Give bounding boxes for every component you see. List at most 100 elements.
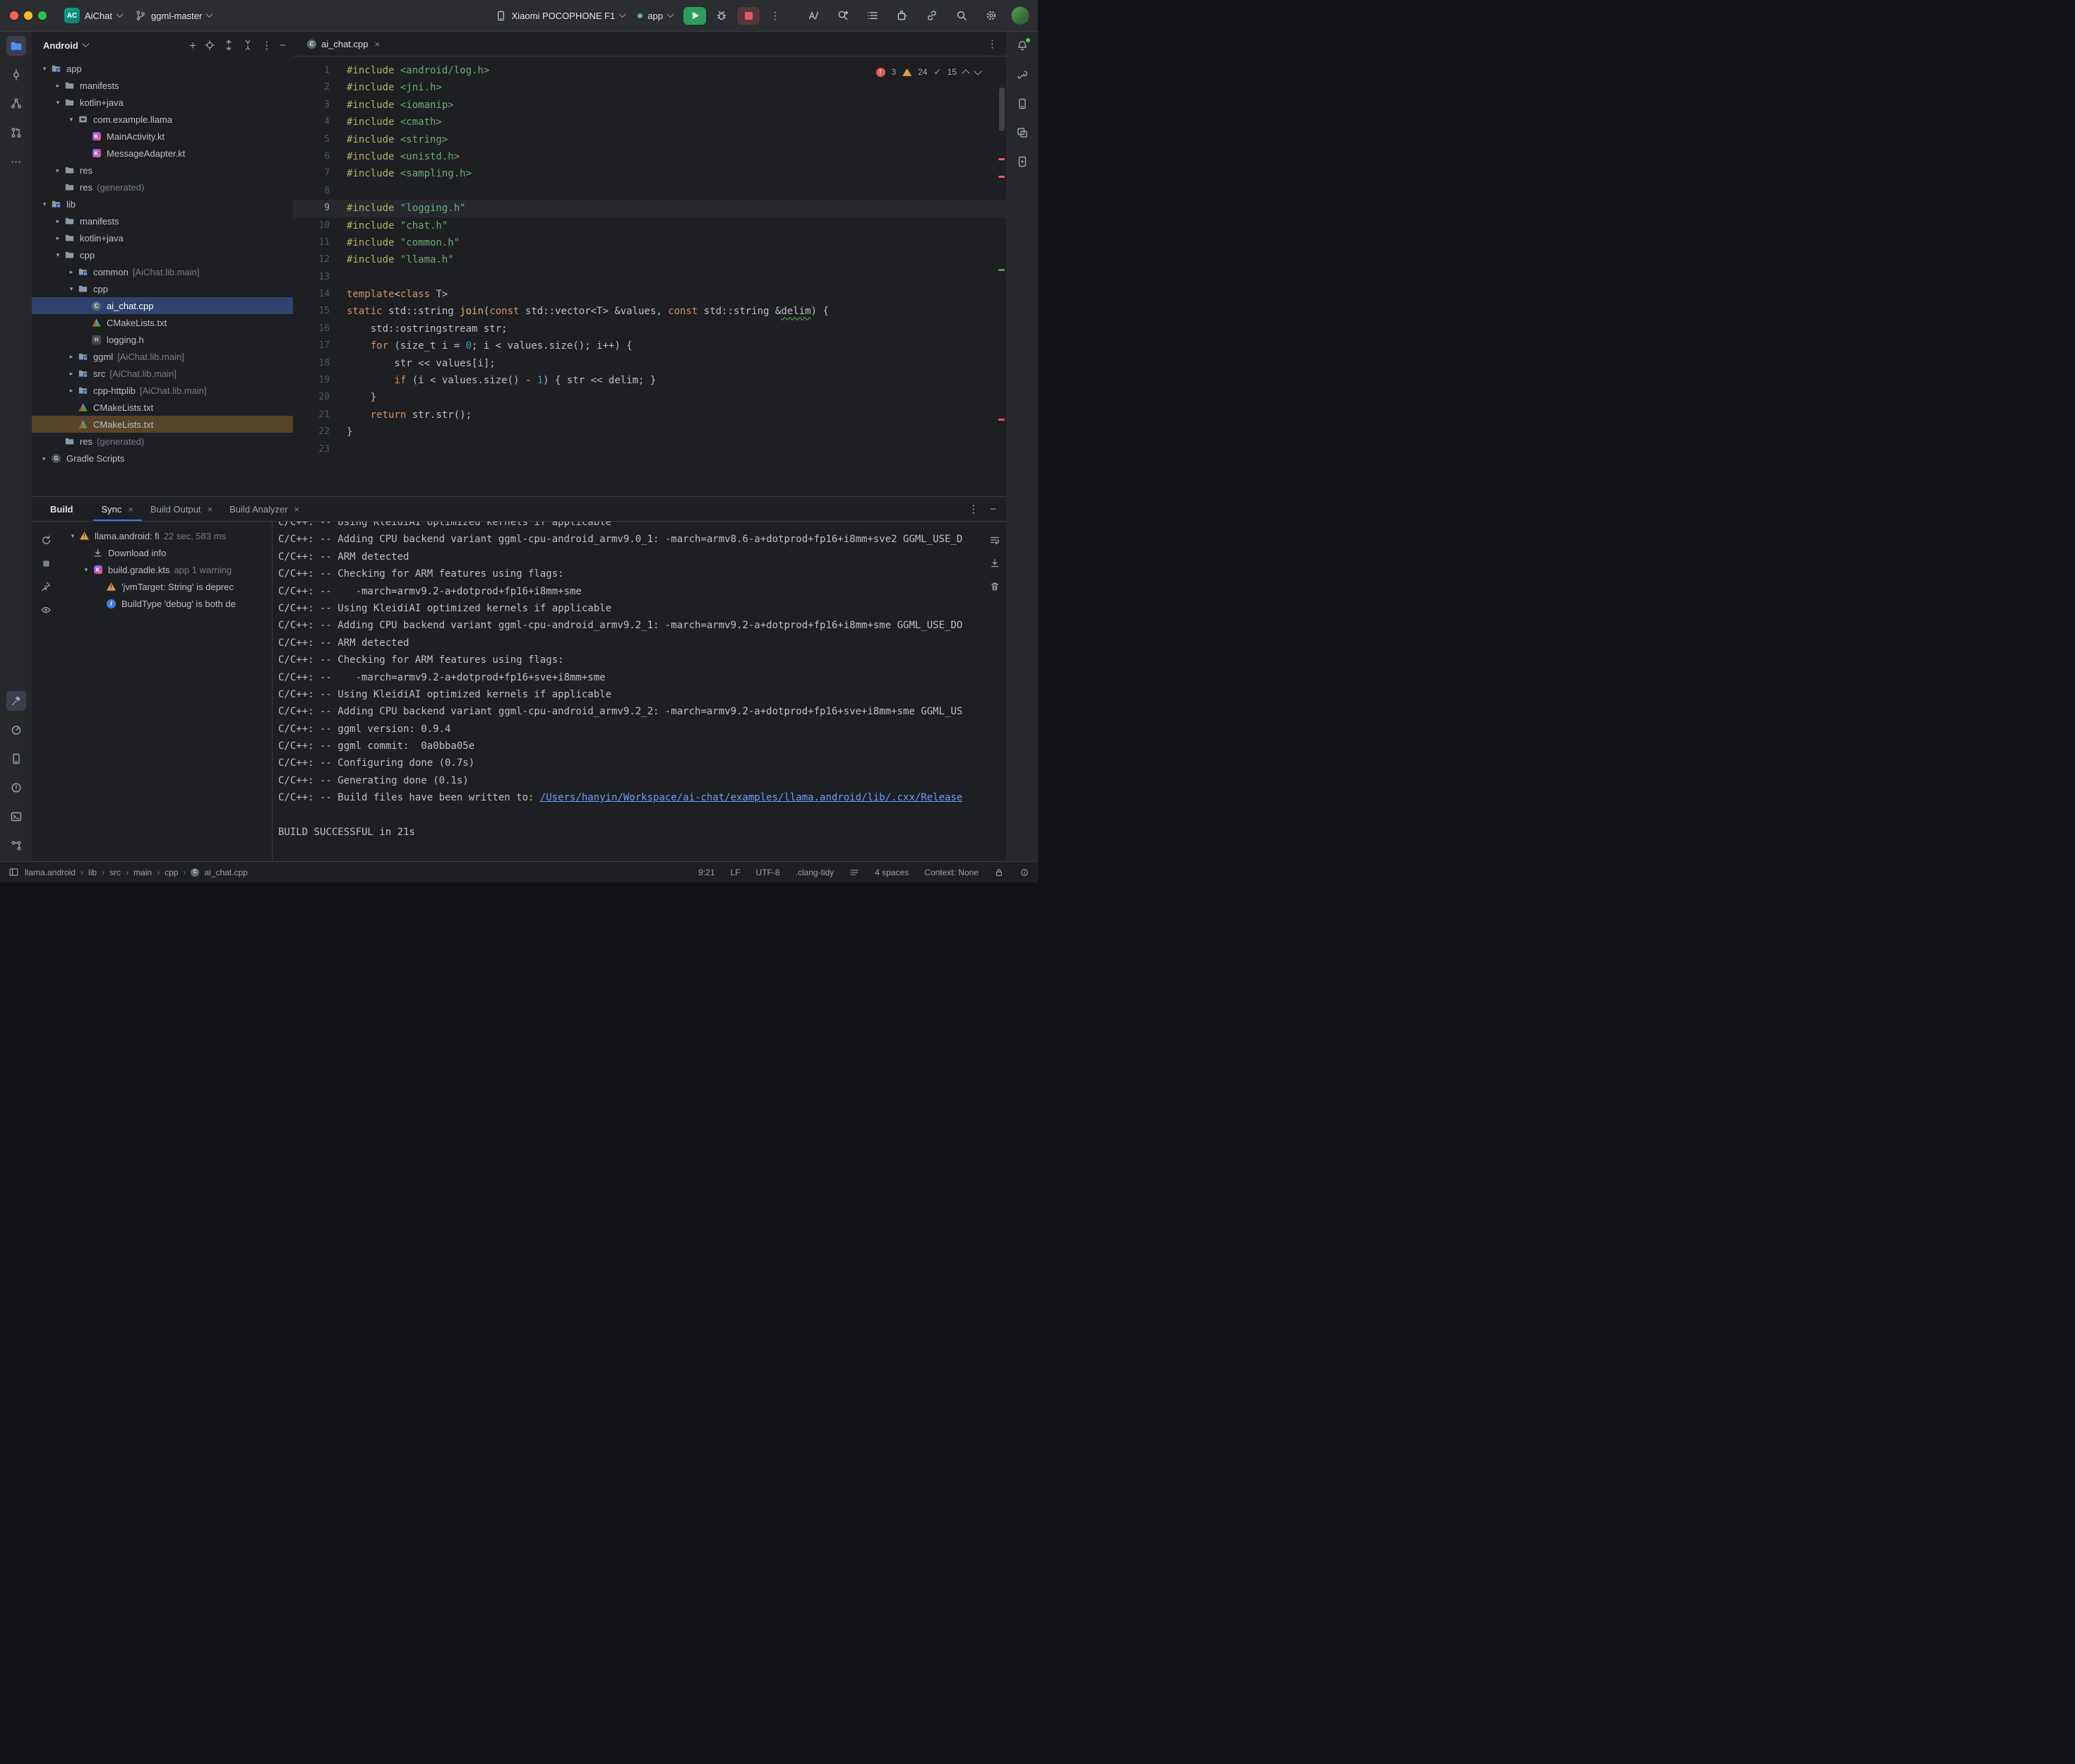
chevron-right-icon[interactable]: ▸	[52, 167, 64, 174]
run-button[interactable]	[683, 7, 706, 25]
context-widget[interactable]: Context: None	[924, 868, 979, 877]
scroll-to-end-button[interactable]	[986, 555, 1003, 572]
project-tree-item-kotlin-java[interactable]: ▸kotlin+java	[32, 229, 293, 246]
code-line-12[interactable]: 12#include "llama.h"	[293, 251, 1006, 268]
project-tree-item-manifests[interactable]: ▸manifests	[32, 77, 293, 94]
search-everywhere-button[interactable]	[952, 7, 971, 25]
sync-refresh-button[interactable]	[37, 532, 54, 548]
project-tree-item-app[interactable]: ▾app	[32, 60, 293, 77]
chevron-down-icon[interactable]: ▾	[67, 532, 78, 540]
project-tree-item-lib[interactable]: ▾lib	[32, 196, 293, 212]
breadcrumb-lib[interactable]: lib	[88, 868, 97, 877]
extensions-button[interactable]	[892, 7, 912, 25]
share-link-button[interactable]	[922, 7, 942, 25]
layout-inspector-button[interactable]	[1012, 123, 1032, 143]
chevron-down-icon[interactable]: ▾	[52, 251, 64, 259]
code-line-3[interactable]: 3#include <iomanip>	[293, 97, 1006, 114]
project-tree-item-res[interactable]: res(generated)	[32, 433, 293, 450]
collapse-all-button[interactable]	[242, 40, 253, 51]
chevron-right-icon[interactable]: ▸	[52, 234, 64, 242]
code-line-19[interactable]: 19 if (i < values.size() - 1) { str << d…	[293, 372, 1006, 389]
notifications-button[interactable]	[1012, 36, 1032, 56]
minimize-build-panel-button[interactable]: −	[990, 504, 996, 515]
tab-options-button[interactable]: ⋮	[987, 37, 998, 50]
project-tree-item-ai-chat-cpp[interactable]: Cai_chat.cpp	[32, 297, 293, 314]
project-tree-item-cpp[interactable]: ▾cpp	[32, 280, 293, 297]
project-tree-item-src[interactable]: ▸src[AiChat.lib.main]	[32, 365, 293, 382]
build-tab-build-analyzer[interactable]: Build Analyzer×	[221, 498, 308, 521]
project-tree-item-cpp[interactable]: ▾cpp	[32, 246, 293, 263]
code-line-9[interactable]: 9#include "logging.h"	[293, 200, 1006, 217]
build-tab-sync[interactable]: Sync×	[93, 498, 143, 521]
panel-options-button[interactable]: ⋮	[261, 40, 272, 51]
project-tree-item-cmakelists-txt[interactable]: CMakeLists.txt	[32, 399, 293, 416]
letter-case-tool-button[interactable]	[803, 7, 823, 25]
breadcrumb-src[interactable]: src	[109, 868, 121, 877]
code-line-11[interactable]: 11#include "common.h"	[293, 234, 1006, 251]
pull-requests-tool-window-button[interactable]	[6, 123, 26, 143]
build-tab-build-output[interactable]: Build Output×	[142, 498, 221, 521]
breadcrumb-ai-chat-cpp[interactable]: ai_chat.cpp	[204, 868, 247, 877]
project-tree-item-com-example-llama[interactable]: ▾com.example.llama	[32, 111, 293, 128]
chevron-right-icon[interactable]: ▸	[66, 353, 77, 361]
code-line-4[interactable]: 4#include <cmath>	[293, 114, 1006, 131]
running-devices-button[interactable]	[1012, 152, 1032, 172]
linter-widget[interactable]: .clang-tidy	[796, 868, 835, 877]
close-window-button[interactable]	[10, 11, 18, 20]
pin-button[interactable]	[37, 578, 54, 595]
zoom-window-button[interactable]	[38, 11, 47, 20]
code-line-16[interactable]: 16 std::ostringstream str;	[293, 320, 1006, 337]
user-avatar[interactable]	[1011, 6, 1029, 25]
device-selector[interactable]: Xiaomi POCOPHONE F1	[489, 7, 632, 25]
code-line-22[interactable]: 22}	[293, 424, 1006, 440]
gradle-tool-window-button[interactable]	[1012, 65, 1032, 85]
problems-tool-window-button[interactable]	[6, 778, 26, 798]
debug-button[interactable]	[712, 7, 731, 25]
project-tree-item-messageadapter-kt[interactable]: KMessageAdapter.kt	[32, 145, 293, 162]
version-control-tool-window-button[interactable]	[6, 836, 26, 856]
code-line-13[interactable]: 13	[293, 269, 1006, 286]
close-tab-icon[interactable]: ×	[294, 504, 300, 515]
breadcrumb-cpp[interactable]: cpp	[165, 868, 178, 877]
info-circle-icon[interactable]	[1019, 868, 1029, 877]
preview-eye-button[interactable]	[37, 601, 54, 618]
chevron-down-icon[interactable]: ▾	[66, 285, 77, 293]
project-tree-item-cmakelists-txt[interactable]: CMakeLists.txt	[32, 314, 293, 331]
chevron-right-icon[interactable]: ▸	[66, 268, 77, 276]
code-line-6[interactable]: 6#include <unistd.h>	[293, 148, 1006, 165]
project-tree-item-res[interactable]: res(generated)	[32, 179, 293, 196]
chevron-right-icon[interactable]: ▸	[66, 387, 77, 395]
encoding-widget[interactable]: UTF-8	[756, 868, 780, 877]
close-tab-icon[interactable]: ×	[208, 504, 213, 515]
build-tree-item-build-gradle-kts[interactable]: ▾Kbuild.gradle.ktsapp 1 warning	[60, 561, 272, 578]
build-tool-window-button[interactable]	[6, 691, 26, 711]
chevron-down-icon[interactable]: ▾	[66, 116, 77, 124]
code-line-14[interactable]: 14template<class T>	[293, 286, 1006, 303]
editor-scrollbar[interactable]	[999, 88, 1005, 131]
breadcrumb-llama-android[interactable]: llama.android	[25, 868, 76, 877]
project-tree-item-ggml[interactable]: ▸ggml[AiChat.lib.main]	[32, 348, 293, 365]
stripe-mark[interactable]	[998, 158, 1005, 160]
chevron-down-icon[interactable]: ▾	[52, 99, 64, 107]
minimize-window-button[interactable]	[24, 11, 32, 20]
structure-tool-window-button[interactable]	[6, 94, 26, 114]
ai-search-button[interactable]	[833, 7, 853, 25]
profiler-tool-window-button[interactable]	[6, 720, 26, 740]
lock-icon[interactable]	[994, 868, 1004, 877]
code-line-5[interactable]: 5#include <string>	[293, 131, 1006, 148]
run-configuration-selector[interactable]: app	[631, 8, 679, 24]
code-line-23[interactable]: 23	[293, 441, 1006, 458]
settings-button[interactable]	[981, 7, 1001, 25]
caret-position[interactable]: 9:21	[698, 868, 714, 877]
project-tree-item-cmakelists-txt[interactable]: CMakeLists.txt	[32, 416, 293, 433]
soft-wrap-button[interactable]	[986, 532, 1003, 548]
chevron-right-icon[interactable]: ▸	[52, 82, 64, 90]
code-line-17[interactable]: 17 for (size_t i = 0; i < values.size();…	[293, 337, 1006, 354]
more-tool-windows-button[interactable]: ⋯	[6, 152, 26, 172]
add-button[interactable]: +	[189, 40, 196, 52]
terminal-tool-window-button[interactable]	[6, 807, 26, 827]
expand-all-button[interactable]	[223, 40, 234, 51]
editor-tab-ai-chat-cpp[interactable]: C ai_chat.cpp ×	[299, 32, 388, 56]
lines-icon[interactable]	[849, 868, 859, 877]
code-line-7[interactable]: 7#include <sampling.h>	[293, 165, 1006, 182]
